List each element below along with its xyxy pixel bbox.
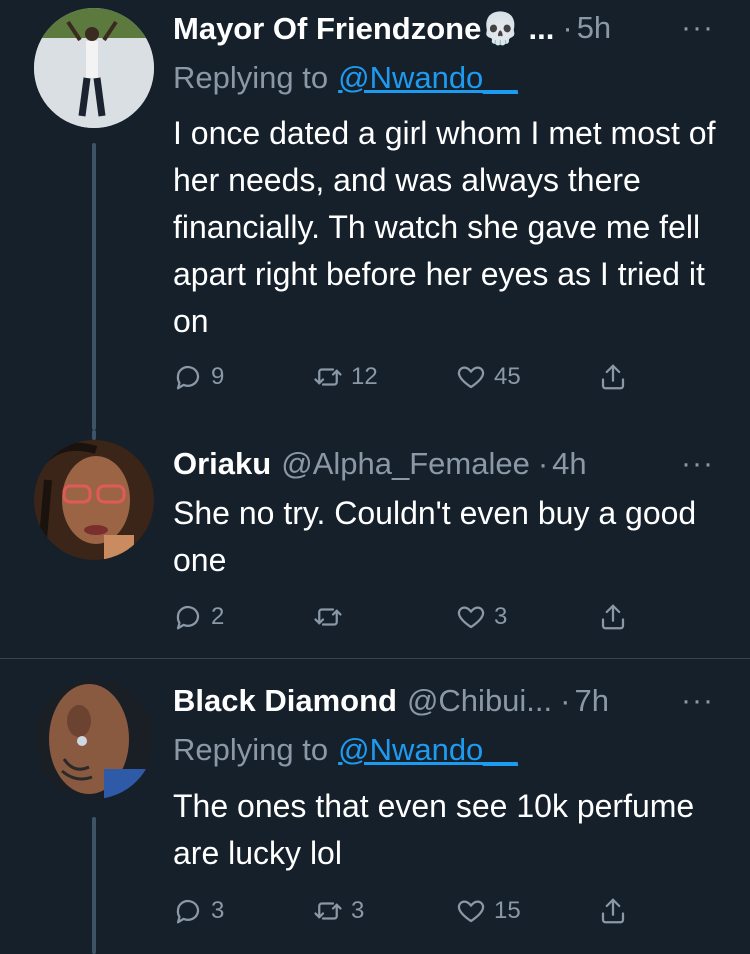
retweet-icon bbox=[314, 902, 342, 920]
action-bar: 9 12 45 bbox=[173, 357, 653, 397]
separator-dot: · bbox=[537, 446, 549, 481]
retweet-button[interactable]: 3 bbox=[313, 891, 364, 931]
share-button[interactable] bbox=[598, 891, 628, 931]
tweet-header: Mayor Of Friendzone💀 ... · 5h ··· bbox=[173, 8, 714, 48]
tweet-mayor[interactable]: Mayor Of Friendzone💀 ... · 5h ··· Replyi… bbox=[0, 0, 750, 430]
reply-icon bbox=[176, 605, 200, 630]
reply-button[interactable]: 2 bbox=[173, 597, 224, 637]
tweet-header: Oriaku @Alpha_Femalee · 4h ··· bbox=[173, 444, 714, 484]
like-icon bbox=[457, 900, 485, 923]
share-button[interactable] bbox=[598, 597, 628, 637]
timestamp[interactable]: 5h bbox=[577, 10, 611, 46]
like-count: 3 bbox=[494, 603, 508, 630]
avatar[interactable] bbox=[34, 679, 154, 799]
action-bar: 3 3 15 bbox=[173, 891, 653, 931]
display-name[interactable]: Oriaku bbox=[173, 446, 271, 482]
user-handle[interactable]: @Alpha_Femalee bbox=[281, 446, 530, 482]
share-button[interactable] bbox=[598, 357, 628, 397]
share-icon bbox=[601, 604, 625, 630]
mention-link[interactable]: @Nwando__ bbox=[338, 732, 518, 768]
like-icon bbox=[457, 366, 485, 389]
replying-label: Replying to bbox=[173, 60, 329, 95]
replying-label: Replying to bbox=[173, 732, 329, 767]
reply-count: 3 bbox=[211, 897, 225, 924]
replying-to: Replying to @Nwando__ bbox=[173, 730, 518, 770]
retweet-count: 3 bbox=[351, 897, 365, 924]
replying-to: Replying to @Nwando__ bbox=[173, 58, 518, 98]
user-handle[interactable]: @Chibui... bbox=[407, 683, 552, 719]
like-button[interactable]: 45 bbox=[456, 357, 521, 397]
retweet-button[interactable]: 12 bbox=[313, 357, 378, 397]
tweet-black-diamond[interactable]: Black Diamond @Chibui... · 7h ··· Replyi… bbox=[0, 659, 750, 954]
reply-count: 2 bbox=[211, 603, 225, 630]
display-name[interactable]: Black Diamond bbox=[173, 683, 397, 719]
mention-link[interactable]: @Nwando__ bbox=[338, 60, 518, 96]
share-icon bbox=[601, 898, 625, 924]
timestamp[interactable]: 4h bbox=[552, 446, 586, 482]
like-icon bbox=[457, 606, 485, 629]
share-icon bbox=[601, 364, 625, 390]
separator-dot: · bbox=[560, 683, 571, 718]
tweet-oriaku[interactable]: Oriaku @Alpha_Femalee · 4h ··· She no tr… bbox=[0, 430, 750, 658]
more-icon[interactable]: ··· bbox=[681, 681, 714, 721]
more-icon[interactable]: ··· bbox=[681, 8, 714, 48]
tweet-text: She no try. Couldn't even buy a good one bbox=[173, 495, 697, 578]
reply-button[interactable]: 3 bbox=[173, 891, 224, 931]
retweet-icon bbox=[314, 368, 342, 386]
like-count: 15 bbox=[494, 897, 521, 924]
tweet-header: Black Diamond @Chibui... · 7h ··· bbox=[173, 681, 714, 721]
reply-button[interactable]: 9 bbox=[173, 357, 224, 397]
retweet-count: 12 bbox=[351, 363, 378, 390]
avatar[interactable] bbox=[34, 8, 154, 128]
tweet-text: I once dated a girl whom I met most of h… bbox=[173, 115, 716, 339]
avatar[interactable] bbox=[34, 440, 154, 560]
like-button[interactable]: 15 bbox=[456, 891, 521, 931]
reply-icon bbox=[176, 365, 200, 390]
reply-icon bbox=[176, 899, 200, 924]
more-icon[interactable]: ··· bbox=[681, 444, 714, 484]
retweet-icon bbox=[314, 608, 342, 626]
timestamp[interactable]: 7h bbox=[574, 683, 608, 719]
like-count: 45 bbox=[494, 363, 521, 390]
separator-dot: · bbox=[562, 10, 573, 45]
action-bar: 2 3 bbox=[173, 597, 653, 637]
like-button[interactable]: 3 bbox=[456, 597, 507, 637]
tweet-text: The ones that even see 10k perfume are l… bbox=[173, 788, 695, 871]
reply-count: 9 bbox=[211, 363, 225, 390]
retweet-button[interactable] bbox=[313, 597, 351, 637]
display-name[interactable]: Mayor Of Friendzone💀 ... bbox=[173, 10, 554, 47]
